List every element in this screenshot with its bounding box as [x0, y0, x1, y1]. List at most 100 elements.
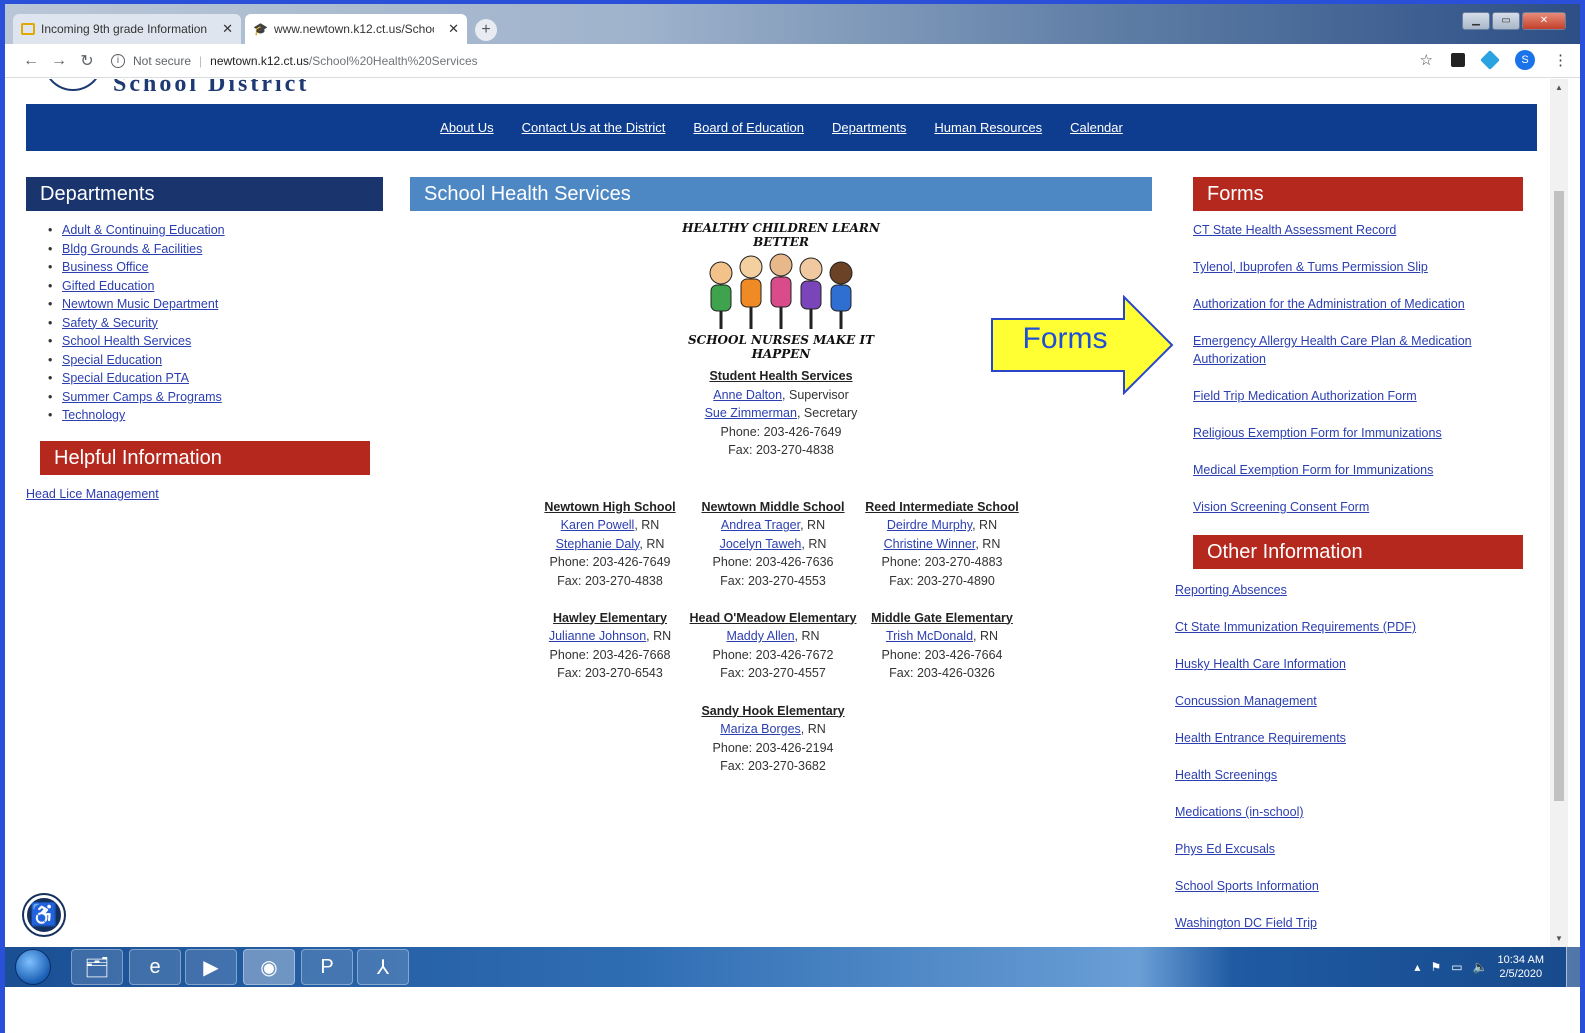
info-link[interactable]: Concussion Management: [1175, 694, 1317, 708]
nav-calendar[interactable]: Calendar: [1070, 120, 1123, 135]
secretary-role: , Secretary: [796, 406, 858, 420]
list-item: Summer Camps & Programs: [48, 388, 383, 407]
form-link[interactable]: Emergency Allergy Health Care Plan & Med…: [1193, 334, 1472, 366]
tray-expand-icon[interactable]: ▴: [1414, 960, 1420, 974]
info-link[interactable]: Health Screenings: [1175, 768, 1277, 782]
supervisor-link[interactable]: Anne Dalton: [713, 388, 782, 402]
acrobat-icon[interactable]: ⅄: [357, 949, 409, 985]
network-icon[interactable]: ▭: [1451, 960, 1462, 974]
form-link[interactable]: Medical Exemption Form for Immunizations: [1193, 463, 1433, 477]
volume-icon[interactable]: 🔈: [1473, 960, 1488, 974]
school-card-hawley: Hawley Elementary Julianne Johnson, RN P…: [525, 609, 695, 683]
dept-link[interactable]: Technology: [62, 408, 125, 422]
nav-about-us[interactable]: About Us: [440, 120, 493, 135]
info-link[interactable]: Reporting Absences: [1175, 583, 1287, 597]
form-link[interactable]: Religious Exemption Form for Immunizatio…: [1193, 426, 1442, 440]
reload-icon[interactable]: ↻: [73, 51, 101, 71]
nurse-link[interactable]: Julianne Johnson: [549, 629, 646, 643]
form-link[interactable]: Vision Screening Consent Form: [1193, 500, 1369, 514]
dept-link[interactable]: Newtown Music Department: [62, 297, 218, 311]
back-icon[interactable]: ←: [17, 52, 45, 70]
action-center-flag-icon[interactable]: ⚑: [1430, 960, 1441, 974]
media-player-icon[interactable]: ▶: [185, 949, 237, 985]
chrome-icon[interactable]: ◉: [243, 949, 295, 985]
close-tab-icon[interactable]: ✕: [448, 21, 459, 37]
dept-link[interactable]: Adult & Continuing Education: [62, 223, 225, 237]
bookmark-star-icon[interactable]: ☆: [1420, 51, 1433, 69]
nav-human-resources[interactable]: Human Resources: [934, 120, 1042, 135]
close-tab-icon[interactable]: ✕: [222, 21, 233, 37]
menu-kebab-icon[interactable]: ⋮: [1553, 51, 1568, 69]
dept-link[interactable]: Special Education: [62, 353, 162, 367]
school-card-newtown-high: Newtown High School Karen Powell, RN Ste…: [525, 498, 695, 591]
close-window-button[interactable]: ✕: [1522, 12, 1566, 30]
browser-toolbar: ← → ↻ i Not secure | newtown.k12.ct.us/S…: [5, 44, 1580, 78]
dept-link[interactable]: Summer Camps & Programs: [62, 390, 222, 404]
internet-explorer-icon[interactable]: e: [129, 949, 181, 985]
maximize-button[interactable]: ▭: [1492, 12, 1520, 30]
nurse-link[interactable]: Stephanie Daly: [556, 537, 640, 551]
list-item: Business Office: [48, 258, 383, 277]
nurse-link[interactable]: Jocelyn Taweh: [720, 537, 802, 551]
show-desktop-button[interactable]: [1566, 947, 1580, 987]
extension-icon[interactable]: [1451, 53, 1465, 67]
new-tab-button[interactable]: +: [475, 19, 497, 41]
url-text[interactable]: newtown.k12.ct.us/School%20Health%20Serv…: [210, 54, 477, 68]
form-link[interactable]: Tylenol, Ibuprofen & Tums Permission Sli…: [1193, 260, 1428, 274]
info-link[interactable]: Health Entrance Requirements: [1175, 731, 1346, 745]
dept-link[interactable]: School Health Services: [62, 334, 191, 348]
info-link[interactable]: Husky Health Care Information: [1175, 657, 1346, 671]
secretary-link[interactable]: Sue Zimmerman: [705, 406, 797, 420]
main-content: School Health Services HEALTHY CHILDREN …: [410, 177, 1152, 788]
nurse-link[interactable]: Maddy Allen: [726, 629, 794, 643]
forward-icon[interactable]: →: [45, 52, 73, 70]
nurse-link[interactable]: Andrea Trager: [721, 518, 800, 532]
info-link[interactable]: Phys Ed Excusals: [1175, 842, 1275, 856]
nav-board-of-education[interactable]: Board of Education: [693, 120, 804, 135]
profile-avatar[interactable]: S: [1515, 50, 1535, 70]
tab-incoming-9th-grade[interactable]: Incoming 9th grade Information ✕: [13, 14, 241, 44]
info-link[interactable]: School Sports Information: [1175, 879, 1319, 893]
clock-date: 2/5/2020: [1499, 968, 1543, 980]
form-link[interactable]: Authorization for the Administration of …: [1193, 297, 1465, 311]
scroll-up-arrow-icon[interactable]: ▲: [1555, 83, 1563, 92]
dept-link[interactable]: Special Education PTA: [62, 371, 189, 385]
nurse-link[interactable]: Mariza Borges: [720, 722, 801, 736]
address-bar[interactable]: i Not secure | newtown.k12.ct.us/School%…: [111, 53, 478, 68]
phone-text: Phone: 203-426-7636: [712, 555, 834, 569]
file-explorer-icon[interactable]: 🗂: [71, 949, 123, 985]
powerpoint-icon[interactable]: P: [301, 949, 353, 985]
minimize-button[interactable]: ▁: [1462, 12, 1490, 30]
start-button[interactable]: [15, 949, 51, 985]
head-lice-link[interactable]: Head Lice Management: [26, 487, 159, 501]
scroll-thumb[interactable]: [1554, 191, 1564, 801]
dept-link[interactable]: Safety & Security: [62, 316, 158, 330]
nurse-link[interactable]: Deirdre Murphy: [887, 518, 972, 532]
info-link[interactable]: Washington DC Field Trip: [1175, 916, 1317, 930]
web-page: School District About Us Contact Us at t…: [5, 79, 1550, 947]
info-link[interactable]: Medications (in-school): [1175, 805, 1304, 819]
list-item: Safety & Security: [48, 314, 383, 333]
accessibility-icon[interactable]: ♿: [24, 895, 64, 935]
dept-link[interactable]: Bldg Grounds & Facilities: [62, 242, 202, 256]
security-label: Not secure: [133, 53, 192, 68]
extension-diamond-icon[interactable]: [1480, 50, 1500, 70]
nurse-link[interactable]: Karen Powell: [561, 518, 635, 532]
nav-contact-us[interactable]: Contact Us at the District: [522, 120, 666, 135]
nav-departments[interactable]: Departments: [832, 120, 906, 135]
info-link[interactable]: Ct State Immunization Requirements (PDF): [1175, 620, 1416, 634]
nurse-link[interactable]: Christine Winner: [884, 537, 976, 551]
school-name: Reed Intermediate School: [865, 499, 1019, 514]
dept-link[interactable]: Business Office: [62, 260, 149, 274]
system-clock[interactable]: 10:34 AM 2/5/2020: [1498, 953, 1544, 981]
page-scrollbar[interactable]: ▲ ▼: [1550, 79, 1568, 947]
nurse-link[interactable]: Trish McDonald: [886, 629, 973, 643]
tab-school-health[interactable]: 🎓 www.newtown.k12.ct.us/School H ✕: [245, 14, 467, 44]
form-link[interactable]: CT State Health Assessment Record: [1193, 223, 1396, 237]
form-link[interactable]: Field Trip Medication Authorization Form: [1193, 389, 1417, 403]
dept-link[interactable]: Gifted Education: [62, 279, 154, 293]
info-icon[interactable]: i: [111, 53, 125, 68]
scroll-down-arrow-icon[interactable]: ▼: [1555, 934, 1563, 943]
rn-suffix: , RN: [634, 518, 660, 532]
rn-suffix: , RN: [646, 629, 672, 643]
